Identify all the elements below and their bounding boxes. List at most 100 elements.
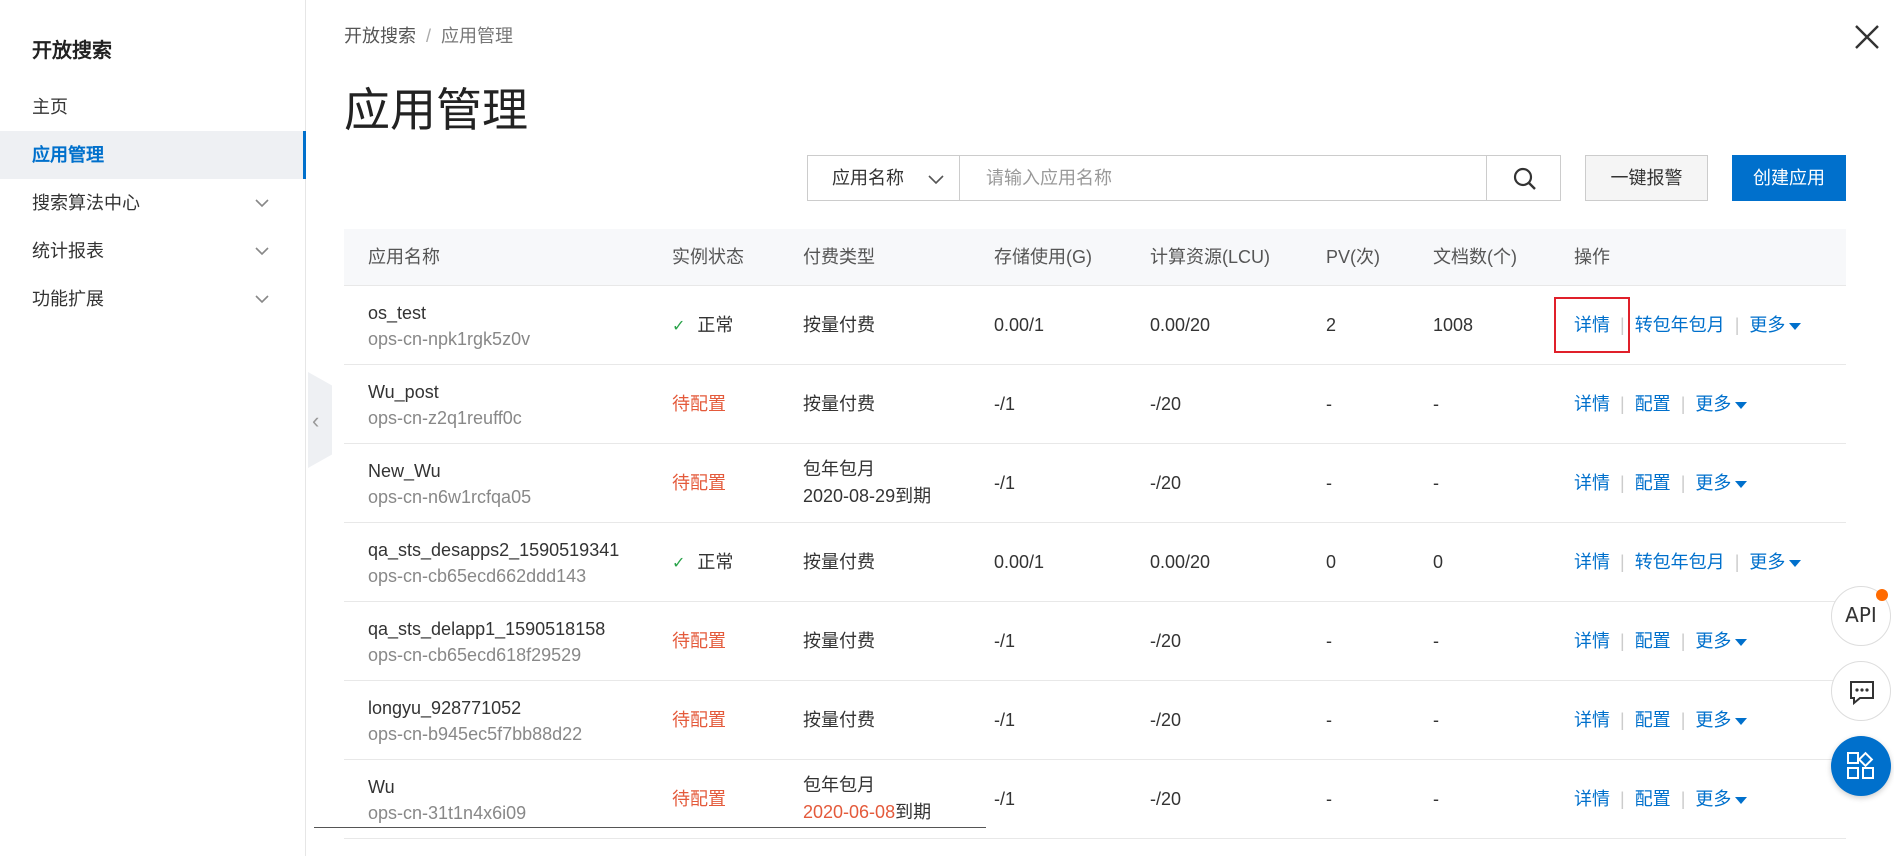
search-input[interactable] [960, 155, 1487, 201]
status-text: 待配置 [672, 473, 726, 493]
docs-cell: - [1433, 394, 1439, 414]
more-dropdown[interactable]: 更多 [1695, 631, 1748, 651]
storage-cell: -/1 [994, 710, 1016, 730]
caret-down-icon [1789, 559, 1802, 567]
storage-cell: 0.00/1 [994, 315, 1045, 335]
more-dropdown[interactable]: 更多 [1695, 394, 1748, 414]
create-app-button[interactable]: 创建应用 [1732, 155, 1846, 201]
more-dropdown[interactable]: 更多 [1695, 789, 1748, 809]
pay-type-cell: 按量付费 [803, 365, 875, 443]
one-click-alarm-button[interactable]: 一键报警 [1585, 155, 1708, 201]
action-separator: | [1734, 315, 1740, 335]
app-id: ops-cn-31t1n4x6i09 [368, 803, 527, 823]
configure-link[interactable]: 配置 [1635, 394, 1671, 414]
sidebar-collapse-handle[interactable]: ‹ [308, 372, 332, 468]
sidebar-item-search-algorithm[interactable]: 搜索算法中心 [0, 179, 306, 227]
caret-down-icon [1735, 638, 1748, 646]
action-separator: | [1680, 631, 1686, 651]
details-link[interactable]: 详情 [1574, 552, 1610, 572]
sidebar-item-app-management[interactable]: 应用管理 [0, 131, 306, 179]
caret-down-icon [1735, 796, 1748, 804]
lcu-cell: -/20 [1150, 710, 1182, 730]
docs-cell: - [1433, 789, 1439, 809]
app-id: ops-cn-b945ec5f7bb88d22 [368, 724, 583, 744]
docs-cell: - [1433, 710, 1439, 730]
more-dropdown[interactable]: 更多 [1749, 552, 1802, 572]
more-dropdown[interactable]: 更多 [1695, 710, 1748, 730]
pay-type: 按量付费 [803, 552, 875, 572]
storage-cell: -/1 [994, 789, 1016, 809]
sidebar-item-home[interactable]: 主页 [0, 83, 306, 131]
apps-widget-button[interactable] [1831, 736, 1891, 796]
configure-link[interactable]: 配置 [1635, 789, 1671, 809]
sidebar-item-statistics[interactable]: 统计报表 [0, 227, 306, 275]
convert-subscription-link[interactable]: 转包年包月 [1635, 315, 1725, 335]
table-body: os_test ops-cn-npk1rgk5z0v ✓ 正常 按量付费 0.00… [344, 286, 1846, 839]
app-id: ops-cn-npk1rgk5z0v [368, 329, 531, 349]
status-text: 正常 [697, 552, 734, 572]
configure-link[interactable]: 配置 [1635, 710, 1671, 730]
details-link[interactable]: 详情 [1574, 394, 1610, 414]
api-widget-button[interactable]: API [1831, 586, 1891, 646]
search-button[interactable] [1486, 155, 1561, 201]
action-separator: | [1620, 473, 1625, 493]
app-id: ops-cn-z2q1reuff0c [368, 408, 522, 428]
expire-suffix: 到期 [895, 486, 932, 506]
table-header: 应用名称 实例状态 付费类型 存储使用(G) 计算资源(LCU) PV(次) 文… [344, 229, 1846, 286]
configure-link[interactable]: 配置 [1635, 631, 1671, 651]
sidebar: 开放搜索 主页 应用管理 搜索算法中心 统计报表 功能扩展 [0, 0, 306, 856]
sidebar-item-extensions[interactable]: 功能扩展 [0, 275, 306, 323]
caret-down-icon [1735, 480, 1748, 488]
pv-cell: - [1326, 394, 1332, 414]
pay-type: 按量付费 [803, 631, 875, 651]
more-label: 更多 [1749, 552, 1786, 572]
lcu-cell: -/20 [1150, 789, 1182, 809]
pay-type: 按量付费 [803, 710, 875, 730]
expire-date: 2020-08-29 [803, 486, 896, 506]
col-actions: 操作 [1574, 247, 1610, 267]
storage-cell: -/1 [994, 394, 1016, 414]
status-cell: ✓ 正常 [672, 286, 733, 366]
more-dropdown[interactable]: 更多 [1695, 473, 1748, 493]
action-separator: | [1734, 552, 1740, 572]
breadcrumb-root[interactable]: 开放搜索 [344, 26, 416, 46]
action-separator: | [1620, 789, 1625, 809]
breadcrumb-current: 应用管理 [441, 26, 514, 46]
app-name-cell: Wu_post ops-cn-z2q1reuff0c [368, 379, 522, 431]
pay-type-cell: 包年包月 2020-06-08到期 [803, 772, 931, 826]
details-link[interactable]: 详情 [1574, 473, 1610, 493]
pay-type-cell: 按量付费 [803, 602, 875, 680]
app-name-cell: New_Wu ops-cn-n6w1rcfqa05 [368, 458, 531, 510]
app-name: qa_sts_delapp1_1590518158 [368, 619, 606, 639]
chevron-down-icon [255, 199, 269, 208]
details-link[interactable]: 详情 [1574, 789, 1610, 809]
status-cell: ✓ 正常 [672, 523, 733, 603]
actions-cell: 详情 | 配置 | 更多 [1574, 760, 1748, 838]
details-link[interactable]: 详情 [1574, 631, 1610, 651]
pay-type-cell: 按量付费 [803, 286, 875, 364]
convert-subscription-link[interactable]: 转包年包月 [1635, 552, 1725, 572]
app-id: ops-cn-cb65ecd618f29529 [368, 645, 582, 665]
search-field-select[interactable]: 应用名称 [807, 155, 960, 201]
lcu-cell: -/20 [1150, 631, 1182, 651]
chevron-down-icon [255, 295, 269, 304]
sidebar-item-label: 搜索算法中心 [32, 193, 140, 213]
col-lcu: 计算资源(LCU) [1150, 247, 1270, 267]
close-icon[interactable] [1852, 22, 1882, 52]
pay-type: 包年包月 [803, 775, 875, 795]
caret-down-icon [1735, 717, 1748, 725]
action-separator: | [1680, 394, 1686, 414]
more-dropdown[interactable]: 更多 [1749, 315, 1802, 335]
chat-widget-button[interactable] [1831, 661, 1891, 721]
details-link[interactable]: 详情 [1574, 710, 1610, 730]
expire-suffix: 到期 [895, 802, 932, 822]
storage-cell: -/1 [994, 473, 1016, 493]
pay-type-cell: 按量付费 [803, 681, 875, 759]
app-name: Wu_post [368, 382, 439, 402]
configure-link[interactable]: 配置 [1635, 473, 1671, 493]
more-label: 更多 [1695, 631, 1732, 651]
app-name: qa_sts_desapps2_1590519341 [368, 540, 620, 560]
more-label: 更多 [1695, 473, 1732, 493]
pay-type: 按量付费 [803, 315, 875, 335]
check-icon: ✓ [672, 555, 686, 572]
